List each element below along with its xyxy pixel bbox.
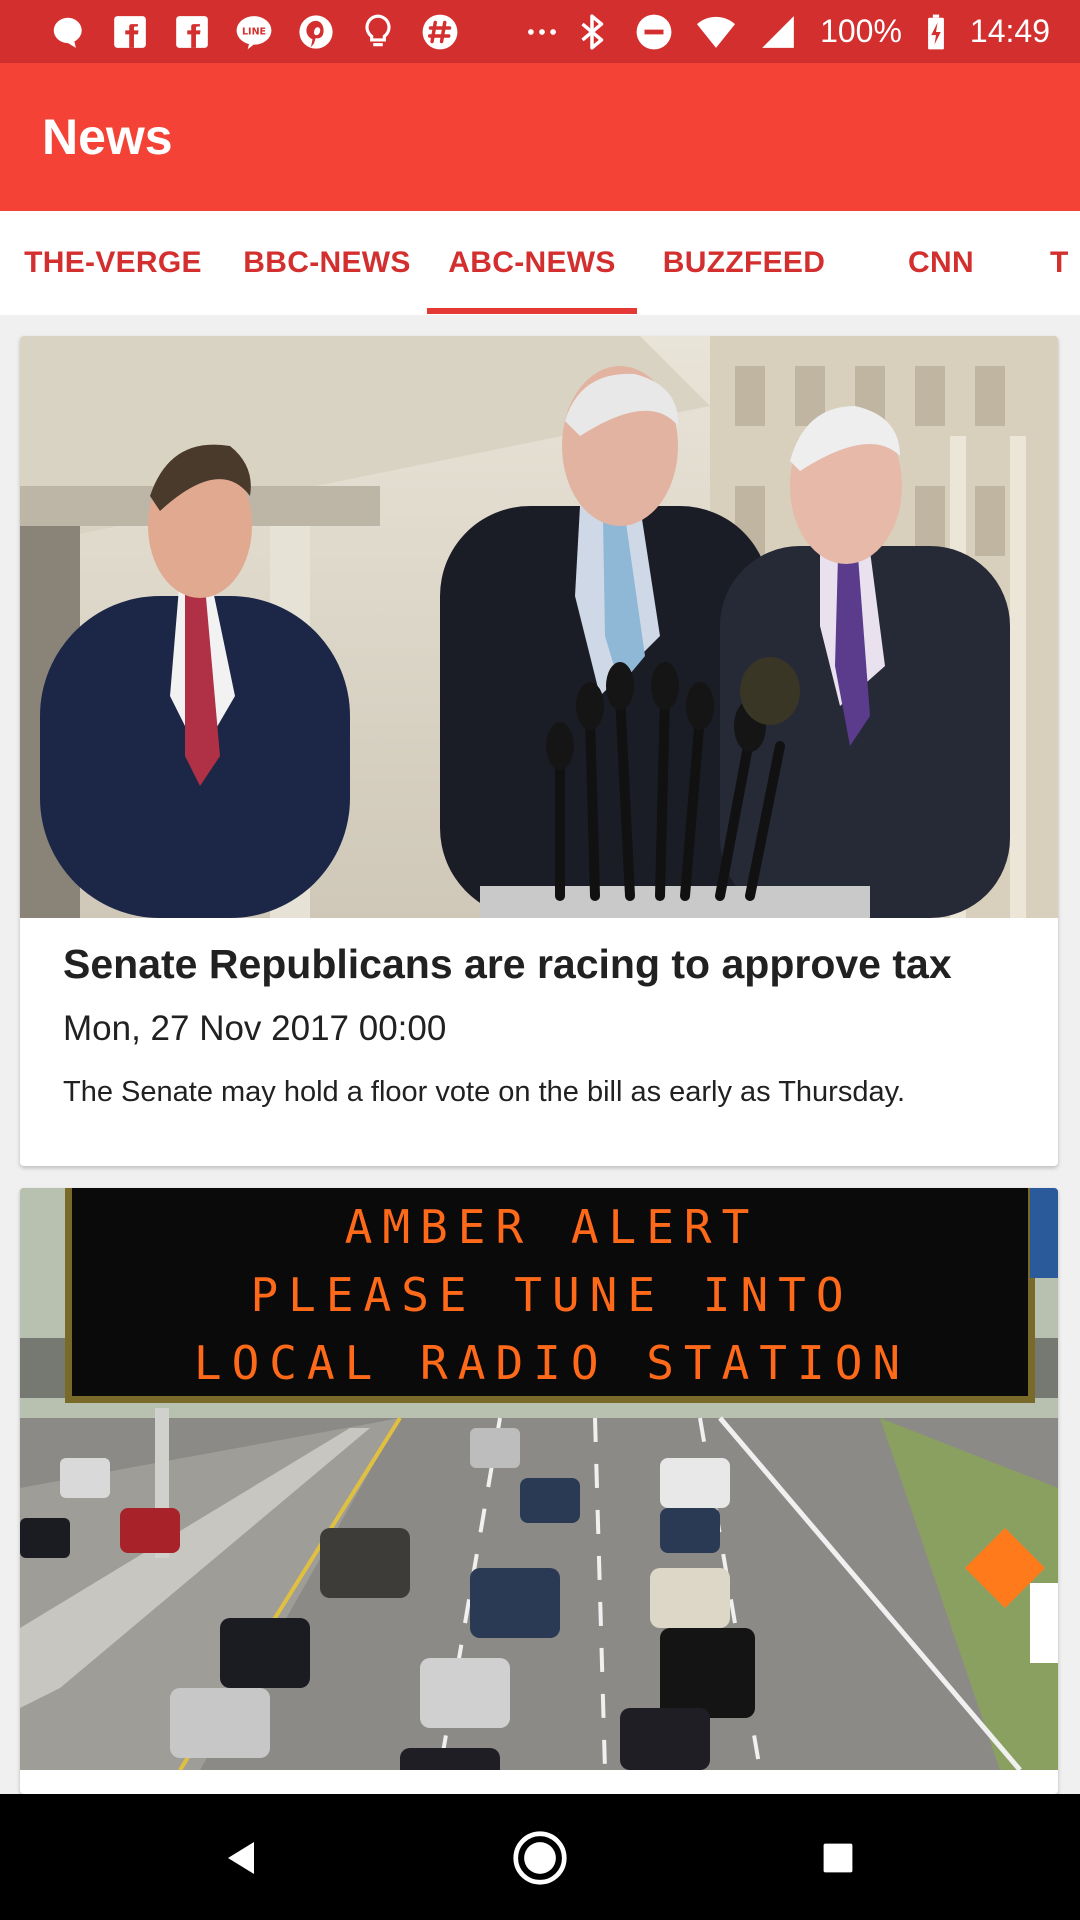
more-dots-icon: [522, 12, 562, 52]
recents-button[interactable]: [802, 1822, 874, 1894]
app-bar: News: [0, 63, 1080, 211]
status-bar: LINE 100% 14:49: [0, 0, 1080, 63]
tab-cnn[interactable]: CNN: [851, 211, 1031, 315]
sign-line-1: AMBER ALERT: [345, 1200, 760, 1254]
tab-abc-news[interactable]: ABC-NEWS: [427, 211, 637, 315]
tab-partial[interactable]: T: [1050, 211, 1080, 315]
facebook-icon: [110, 12, 150, 52]
back-triangle-icon: [228, 1842, 254, 1874]
facebook-icon: [172, 12, 212, 52]
clock-time: 14:49: [969, 13, 1050, 49]
tab-buzzfeed[interactable]: BUZZFEED: [637, 211, 851, 315]
system-status: 100% 14:49: [572, 12, 1050, 52]
back-button[interactable]: [206, 1822, 278, 1894]
article-image: AMBER ALERT PLEASE TUNE INTO LOCAL RADIO…: [20, 1188, 1058, 1770]
chat-bubble-icon: [48, 12, 88, 52]
wifi-icon: [696, 12, 736, 52]
article-card[interactable]: AMBER ALERT PLEASE TUNE INTO LOCAL RADIO…: [20, 1188, 1058, 1794]
slack-icon: [420, 12, 460, 52]
svg-text:LINE: LINE: [242, 26, 266, 37]
article-date: Mon, 27 Nov 2017 00:00: [63, 1009, 447, 1048]
battery-percentage: 100%: [820, 13, 902, 49]
app-title: News: [42, 109, 173, 165]
selected-tab-indicator: [427, 308, 637, 314]
article-description: The Senate may hold a floor vote on the …: [63, 1076, 906, 1108]
battery-charging-icon: [924, 12, 948, 52]
signal-icon: [758, 12, 798, 52]
do-not-disturb-icon: [634, 12, 674, 52]
lightbulb-icon: [358, 12, 398, 52]
article-card[interactable]: Senate Republicans are racing to approve…: [20, 336, 1058, 1166]
source-tabs: THE-VERGE BBC-NEWS ABC-NEWS BUZZFEED CNN…: [0, 211, 1080, 315]
system-navigation-bar: [0, 1794, 1080, 1920]
sign-line-3: LOCAL RADIO STATION: [194, 1336, 910, 1390]
line-icon: LINE: [234, 12, 274, 52]
home-button[interactable]: [504, 1822, 576, 1894]
article-image: [20, 336, 1058, 918]
notification-icons: LINE: [48, 12, 562, 52]
tab-the-verge[interactable]: THE-VERGE: [0, 211, 226, 315]
article-title: Senate Republicans are racing to approve…: [63, 941, 952, 987]
recents-square-icon: [823, 1843, 853, 1873]
home-circle-icon: [513, 1831, 567, 1885]
bluetooth-icon: [572, 12, 612, 52]
tab-bbc-news[interactable]: BBC-NEWS: [226, 211, 428, 315]
pinterest-icon: [296, 12, 336, 52]
sign-line-2: PLEASE TUNE INTO: [250, 1268, 853, 1322]
